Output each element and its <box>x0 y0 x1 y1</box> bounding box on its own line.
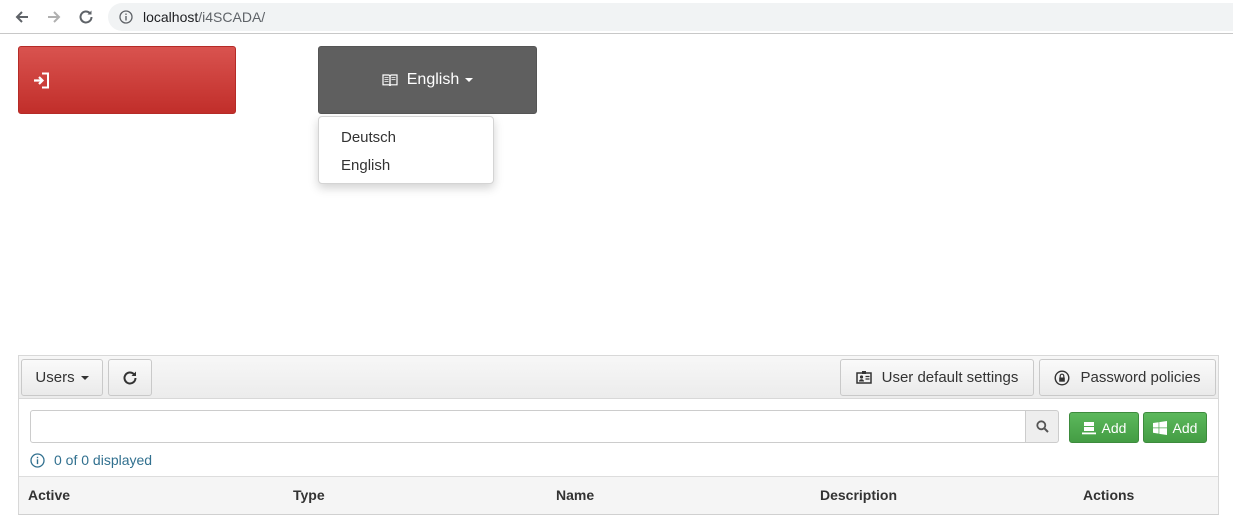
browser-toolbar: localhost/i4SCADA/ <box>0 0 1233 34</box>
add-windows-user-button[interactable]: Add <box>1143 412 1207 443</box>
table-header: Active Type Name Description Actions <box>19 476 1218 514</box>
refresh-icon <box>123 371 137 384</box>
id-card-icon <box>855 370 872 384</box>
sign-in-icon <box>34 72 49 88</box>
refresh-button[interactable] <box>108 359 152 396</box>
user-default-settings-button[interactable]: User default settings <box>840 359 1034 396</box>
add-user-label: Add <box>1101 419 1127 436</box>
language-button-label: English <box>406 71 460 88</box>
lock-icon <box>1054 369 1070 386</box>
users-dropdown-label: Users <box>35 369 75 386</box>
language-dropdown-button[interactable]: English <box>318 46 537 114</box>
back-button[interactable] <box>9 4 35 30</box>
panel-toolbar: Users User default settings Password pol… <box>19 356 1218 399</box>
windows-icon <box>1152 420 1167 435</box>
add-user-button[interactable]: Add <box>1069 412 1139 443</box>
caret-down-icon <box>465 78 474 82</box>
server-icon <box>1081 421 1096 434</box>
book-icon <box>382 74 398 87</box>
search-icon <box>1035 420 1049 433</box>
forward-button[interactable] <box>41 4 67 30</box>
arrow-left-icon <box>15 11 28 23</box>
language-dropdown-menu: Deutsch English <box>318 116 494 184</box>
info-icon <box>119 10 133 24</box>
search-input[interactable] <box>30 410 1026 443</box>
login-button[interactable] <box>18 46 236 114</box>
info-icon <box>30 452 45 468</box>
language-option-deutsch[interactable]: Deutsch <box>319 125 493 153</box>
password-policies-label: Password policies <box>1080 369 1201 386</box>
url-path: /i4SCADA/ <box>198 9 266 25</box>
column-header-type[interactable]: Type <box>293 477 325 515</box>
address-bar[interactable]: localhost/i4SCADA/ <box>108 3 1233 31</box>
record-count: 0 of 0 displayed <box>30 452 152 468</box>
column-header-active[interactable]: Active <box>28 477 70 515</box>
reload-button[interactable] <box>73 4 99 30</box>
language-option-english[interactable]: English <box>319 153 493 181</box>
caret-down-icon <box>80 375 89 380</box>
arrow-right-icon <box>48 11 61 23</box>
record-count-text: 0 of 0 displayed <box>54 452 153 468</box>
user-management-panel: Users User default settings Password pol… <box>18 355 1219 515</box>
add-windows-user-label: Add <box>1172 419 1198 436</box>
url-text: localhost/i4SCADA/ <box>143 9 265 25</box>
column-header-actions: Actions <box>1083 487 1135 503</box>
users-dropdown-button[interactable]: Users <box>21 359 103 396</box>
reload-icon <box>79 10 93 24</box>
user-default-settings-label: User default settings <box>881 369 1019 386</box>
column-header-name[interactable]: Name <box>556 477 594 515</box>
column-header-description[interactable]: Description <box>820 477 897 515</box>
password-policies-button[interactable]: Password policies <box>1039 359 1216 396</box>
search-button[interactable] <box>1025 410 1059 443</box>
url-host: localhost <box>143 9 199 25</box>
